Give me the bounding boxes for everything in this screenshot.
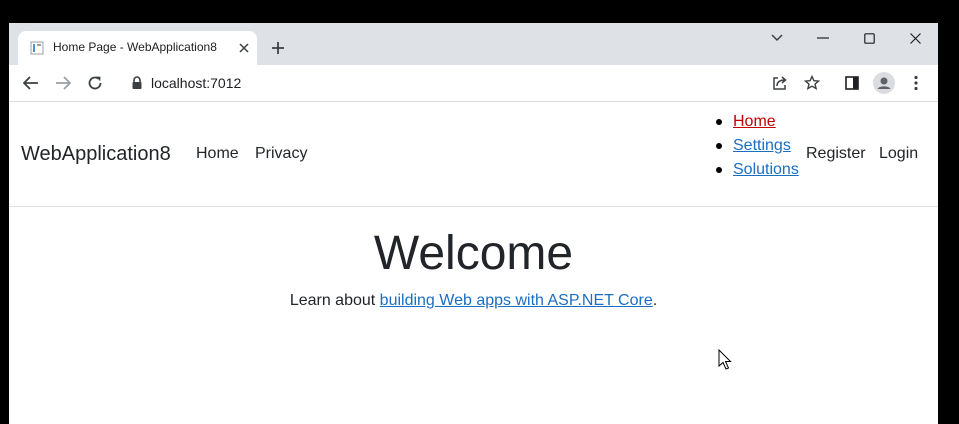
learn-paragraph: Learn about building Web apps with ASP.N…: [9, 292, 938, 310]
star-icon: [804, 75, 820, 91]
menu-button[interactable]: [904, 72, 928, 94]
nav-home-link[interactable]: Home: [196, 145, 239, 163]
bookmark-button[interactable]: [800, 72, 824, 94]
back-arrow-icon: [23, 76, 38, 90]
window-close-icon: [909, 32, 921, 44]
address-bar[interactable]: localhost:7012: [151, 75, 241, 91]
site-navbar: WebApplication8 Home Privacy Home Settin…: [9, 102, 938, 207]
maximize-icon: [863, 32, 875, 44]
browser-tab[interactable]: Home Page - WebApplication8: [18, 31, 257, 65]
aspnet-docs-link[interactable]: building Web apps with ASP.NET Core: [380, 292, 653, 309]
site-brand[interactable]: WebApplication8: [21, 143, 171, 166]
nav-register-link[interactable]: Register: [806, 145, 866, 163]
forward-button[interactable]: [51, 72, 75, 94]
lock-icon[interactable]: [130, 75, 144, 91]
reload-button[interactable]: [83, 72, 107, 94]
close-icon: [239, 43, 249, 53]
profile-button[interactable]: [872, 72, 896, 94]
tab-strip: Home Page - WebApplication8: [9, 23, 938, 65]
side-panel-icon: [845, 76, 859, 90]
bullet-icon: [716, 167, 722, 173]
nav-list-home-link[interactable]: Home: [733, 112, 776, 132]
share-icon: [773, 76, 787, 90]
new-tab-button[interactable]: [268, 38, 288, 58]
reload-icon: [88, 76, 102, 90]
tab-title: Home Page - WebApplication8: [53, 40, 217, 54]
browser-toolbar: localhost:7012: [9, 65, 938, 101]
web-page: WebApplication8 Home Privacy Home Settin…: [9, 102, 938, 424]
learn-suffix: .: [652, 292, 658, 309]
browser-window: Home Page - WebApplication8 localhost:70…: [9, 23, 938, 424]
back-button[interactable]: [19, 72, 43, 94]
nav-login-link[interactable]: Login: [879, 145, 918, 163]
side-panel-button[interactable]: [840, 72, 864, 94]
chevron-down-icon: [771, 34, 783, 42]
share-button[interactable]: [768, 72, 792, 94]
tab-close-button[interactable]: [236, 40, 252, 56]
tab-search-button[interactable]: [762, 27, 792, 49]
nav-privacy-link[interactable]: Privacy: [255, 145, 307, 163]
bullet-icon: [716, 119, 722, 125]
plus-icon: [272, 42, 284, 54]
minimize-icon: [817, 37, 829, 39]
close-window-button[interactable]: [900, 27, 930, 49]
page-favicon-icon: [30, 41, 44, 55]
profile-icon: [873, 72, 895, 94]
minimize-button[interactable]: [808, 27, 838, 49]
nav-list-solutions-link[interactable]: Solutions: [733, 160, 799, 180]
maximize-button[interactable]: [854, 27, 884, 49]
mouse-cursor-icon: [718, 349, 732, 370]
learn-prefix: Learn about: [289, 292, 380, 309]
nav-list-settings-link[interactable]: Settings: [733, 136, 791, 156]
more-vert-icon: [914, 75, 918, 91]
page-heading: Welcome: [373, 227, 574, 280]
bullet-icon: [716, 143, 722, 149]
forward-arrow-icon: [56, 76, 71, 90]
